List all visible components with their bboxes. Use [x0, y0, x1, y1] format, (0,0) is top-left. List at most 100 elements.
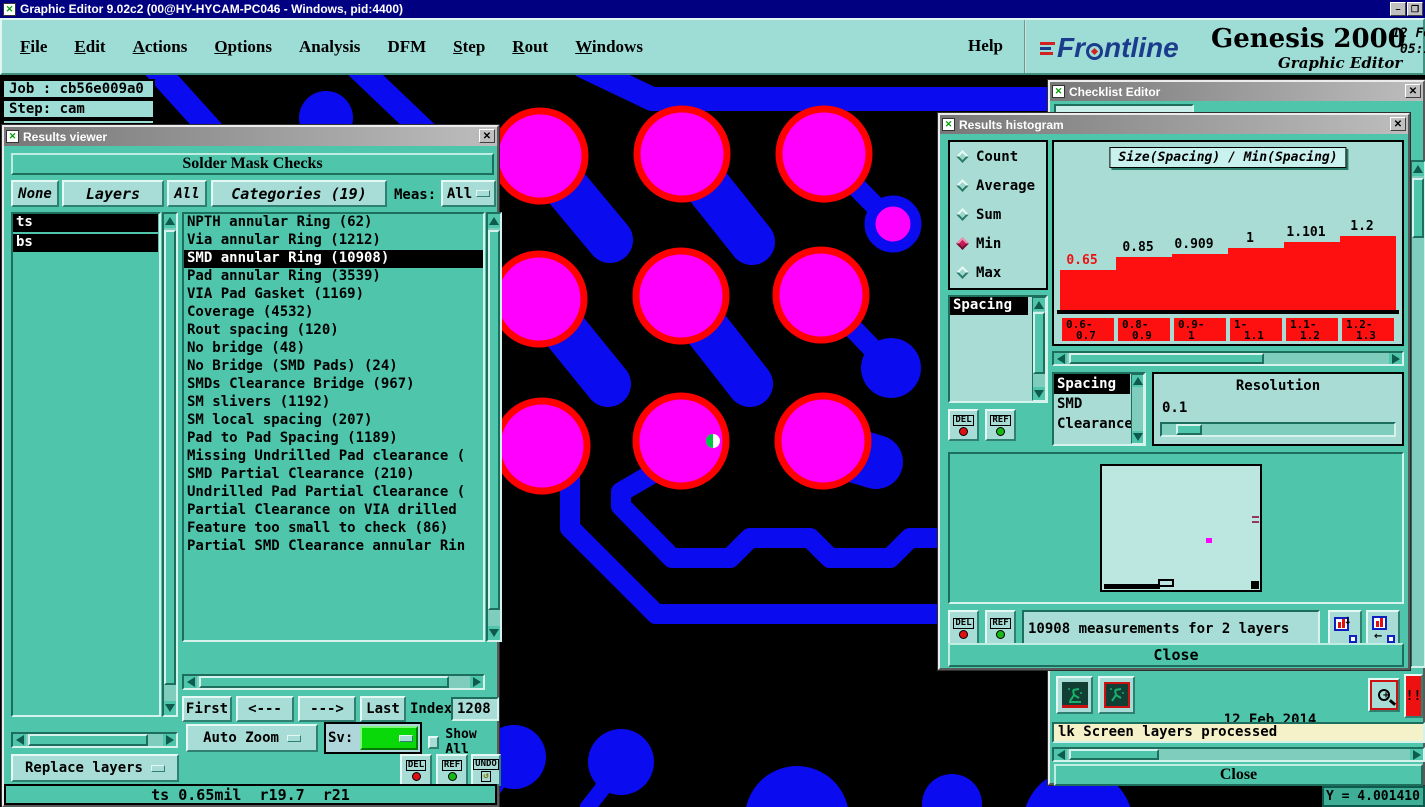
- results-viewer-close-icon[interactable]: ✕: [479, 129, 495, 143]
- minimize-button[interactable]: –: [1390, 2, 1406, 16]
- plot-hscrollbar[interactable]: [1052, 351, 1404, 366]
- prev-button[interactable]: <---: [236, 696, 294, 722]
- layers-none-button[interactable]: None: [11, 180, 59, 207]
- category-row[interactable]: No bridge (48): [184, 340, 483, 358]
- menu-rout[interactable]: Rout: [512, 37, 548, 57]
- menu-edit[interactable]: Edit: [74, 37, 105, 57]
- stat-radio-max[interactable]: Max: [950, 258, 1046, 287]
- stat-radio-average[interactable]: Average: [950, 171, 1046, 200]
- stat-radio-sum[interactable]: Sum: [950, 200, 1046, 229]
- plot-axis: [1057, 310, 1399, 314]
- category-row[interactable]: Undrilled Pad Partial Clearance (: [184, 484, 483, 502]
- category-row[interactable]: Feature too small to check (86): [184, 520, 483, 538]
- results-viewer-titlebar[interactable]: ✕ Results viewer ✕: [4, 127, 497, 146]
- layer-row[interactable]: ts: [13, 214, 158, 232]
- preview-del-button[interactable]: DEL: [948, 610, 979, 646]
- checklist-hscrollbar[interactable]: [1052, 747, 1425, 762]
- checklist-run-button[interactable]: [1056, 676, 1093, 714]
- checklist-titlebar[interactable]: ✕ Checklist Editor ✕: [1050, 82, 1423, 101]
- dropdown-dash-icon: [476, 190, 491, 197]
- category-row[interactable]: Via annular Ring (1212): [184, 232, 483, 250]
- sv-color-dropdown[interactable]: [360, 726, 418, 750]
- menu-dfm[interactable]: DFM: [387, 37, 426, 57]
- auto-zoom-dropdown[interactable]: Auto Zoom: [186, 724, 318, 752]
- resolution-slider-thumb[interactable]: [1176, 424, 1202, 435]
- radio-diamond-icon: [956, 266, 969, 279]
- category-row[interactable]: SM slivers (1192): [184, 394, 483, 412]
- next-button[interactable]: --->: [298, 696, 356, 722]
- reference-result-button[interactable]: REF: [436, 754, 468, 786]
- stat-radio-count[interactable]: Count: [950, 142, 1046, 171]
- measure-vscrollbar[interactable]: [1131, 374, 1144, 444]
- series-row[interactable]: Spacing: [950, 297, 1028, 315]
- category-row[interactable]: SMD annular Ring (10908): [184, 250, 483, 268]
- histogram-ref-button[interactable]: REF: [985, 409, 1016, 441]
- show-all-option[interactable]: Show All: [428, 727, 497, 757]
- category-row[interactable]: NPTH annular Ring (62): [184, 214, 483, 232]
- index-input[interactable]: 1208: [451, 697, 499, 721]
- categories-hscrollbar[interactable]: [182, 674, 485, 690]
- replace-layers-dropdown[interactable]: Replace layers: [11, 754, 179, 782]
- layers-hscrollbar[interactable]: [11, 732, 178, 748]
- checklist-zoom-button[interactable]: +: [1368, 678, 1400, 712]
- category-row[interactable]: Pad to Pad Spacing (1189): [184, 430, 483, 448]
- checklist-close-icon[interactable]: ✕: [1405, 84, 1421, 98]
- measure-list[interactable]: Spacing SMD Clearance: [1052, 372, 1146, 446]
- board-preview[interactable]: [948, 452, 1404, 604]
- histogram-del-button[interactable]: DEL: [948, 409, 979, 441]
- green-dot-icon: [996, 426, 1005, 436]
- layer-row[interactable]: bs: [13, 234, 158, 252]
- category-row[interactable]: VIA Pad Gasket (1169): [184, 286, 483, 304]
- checklist-alert-button[interactable]: !!: [1404, 674, 1423, 718]
- delete-result-button[interactable]: DEL: [400, 754, 432, 786]
- category-row[interactable]: Missing Undrilled Pad clearance (: [184, 448, 483, 466]
- category-row[interactable]: Coverage (4532): [184, 304, 483, 322]
- category-row[interactable]: Partial Clearance on VIA drilled: [184, 502, 483, 520]
- checklist-rerun-button[interactable]: [1098, 676, 1135, 714]
- menu-step[interactable]: Step: [453, 37, 485, 57]
- show-all-checkbox[interactable]: [428, 735, 440, 749]
- histogram-close-icon[interactable]: ✕: [1390, 117, 1406, 131]
- radio-diamond-icon: [956, 179, 969, 192]
- category-row[interactable]: No Bridge (SMD Pads) (24): [184, 358, 483, 376]
- categories-vscrollbar[interactable]: [486, 212, 502, 642]
- layers-button[interactable]: Layers: [62, 180, 164, 207]
- category-row[interactable]: Rout spacing (120): [184, 322, 483, 340]
- run-action-icon: [1061, 682, 1088, 708]
- meas-dropdown[interactable]: All: [441, 180, 496, 207]
- resolution-slider[interactable]: [1160, 422, 1396, 437]
- measure-row[interactable]: SMD: [1054, 394, 1130, 414]
- category-row[interactable]: Pad annular Ring (3539): [184, 268, 483, 286]
- product-subtitle: Graphic Editor: [1278, 54, 1403, 72]
- preview-ref-button[interactable]: REF: [985, 610, 1016, 646]
- menu-actions[interactable]: Actions: [133, 37, 188, 57]
- stat-radio-min[interactable]: Min: [950, 229, 1046, 258]
- category-row[interactable]: SMD Partial Clearance (210): [184, 466, 483, 484]
- category-row[interactable]: SM local spacing (207): [184, 412, 483, 430]
- layers-all-button[interactable]: All: [167, 180, 207, 207]
- measure-row[interactable]: Spacing: [1054, 374, 1130, 394]
- menu-help[interactable]: Help: [968, 36, 1003, 56]
- menu-options[interactable]: Options: [214, 37, 272, 57]
- histogram-titlebar[interactable]: ✕ Results histogram ✕: [940, 115, 1408, 134]
- histogram-close-button[interactable]: Close: [948, 643, 1404, 667]
- last-button[interactable]: Last: [360, 696, 406, 722]
- category-row[interactable]: Partial SMD Clearance annular Rin: [184, 538, 483, 556]
- menu-windows[interactable]: Windows: [575, 37, 643, 57]
- checklist-vscrollbar[interactable]: [1410, 160, 1425, 668]
- main-titlebar[interactable]: ✕ Graphic Editor 9.02c2 (00@HY-HYCAM-PC0…: [0, 0, 1425, 18]
- measure-row[interactable]: Clearance: [1054, 414, 1133, 434]
- menu-analysis[interactable]: Analysis: [299, 37, 360, 57]
- category-row[interactable]: SMDs Clearance Bridge (967): [184, 376, 483, 394]
- restore-button[interactable]: ❒: [1407, 2, 1423, 16]
- undo-button[interactable]: UNDO ↺: [471, 754, 501, 786]
- series-list[interactable]: Spacing: [948, 295, 1048, 403]
- menu-file[interactable]: File: [20, 37, 47, 57]
- speedlines-icon: [1040, 41, 1055, 55]
- first-button[interactable]: First: [182, 696, 232, 722]
- series-vscrollbar[interactable]: [1032, 297, 1046, 401]
- categories-list[interactable]: NPTH annular Ring (62) Via annular Ring (…: [182, 212, 485, 642]
- layers-list[interactable]: ts bs: [11, 212, 161, 717]
- layers-vscrollbar[interactable]: [162, 212, 178, 717]
- checklist-close-button[interactable]: Close: [1054, 764, 1423, 786]
